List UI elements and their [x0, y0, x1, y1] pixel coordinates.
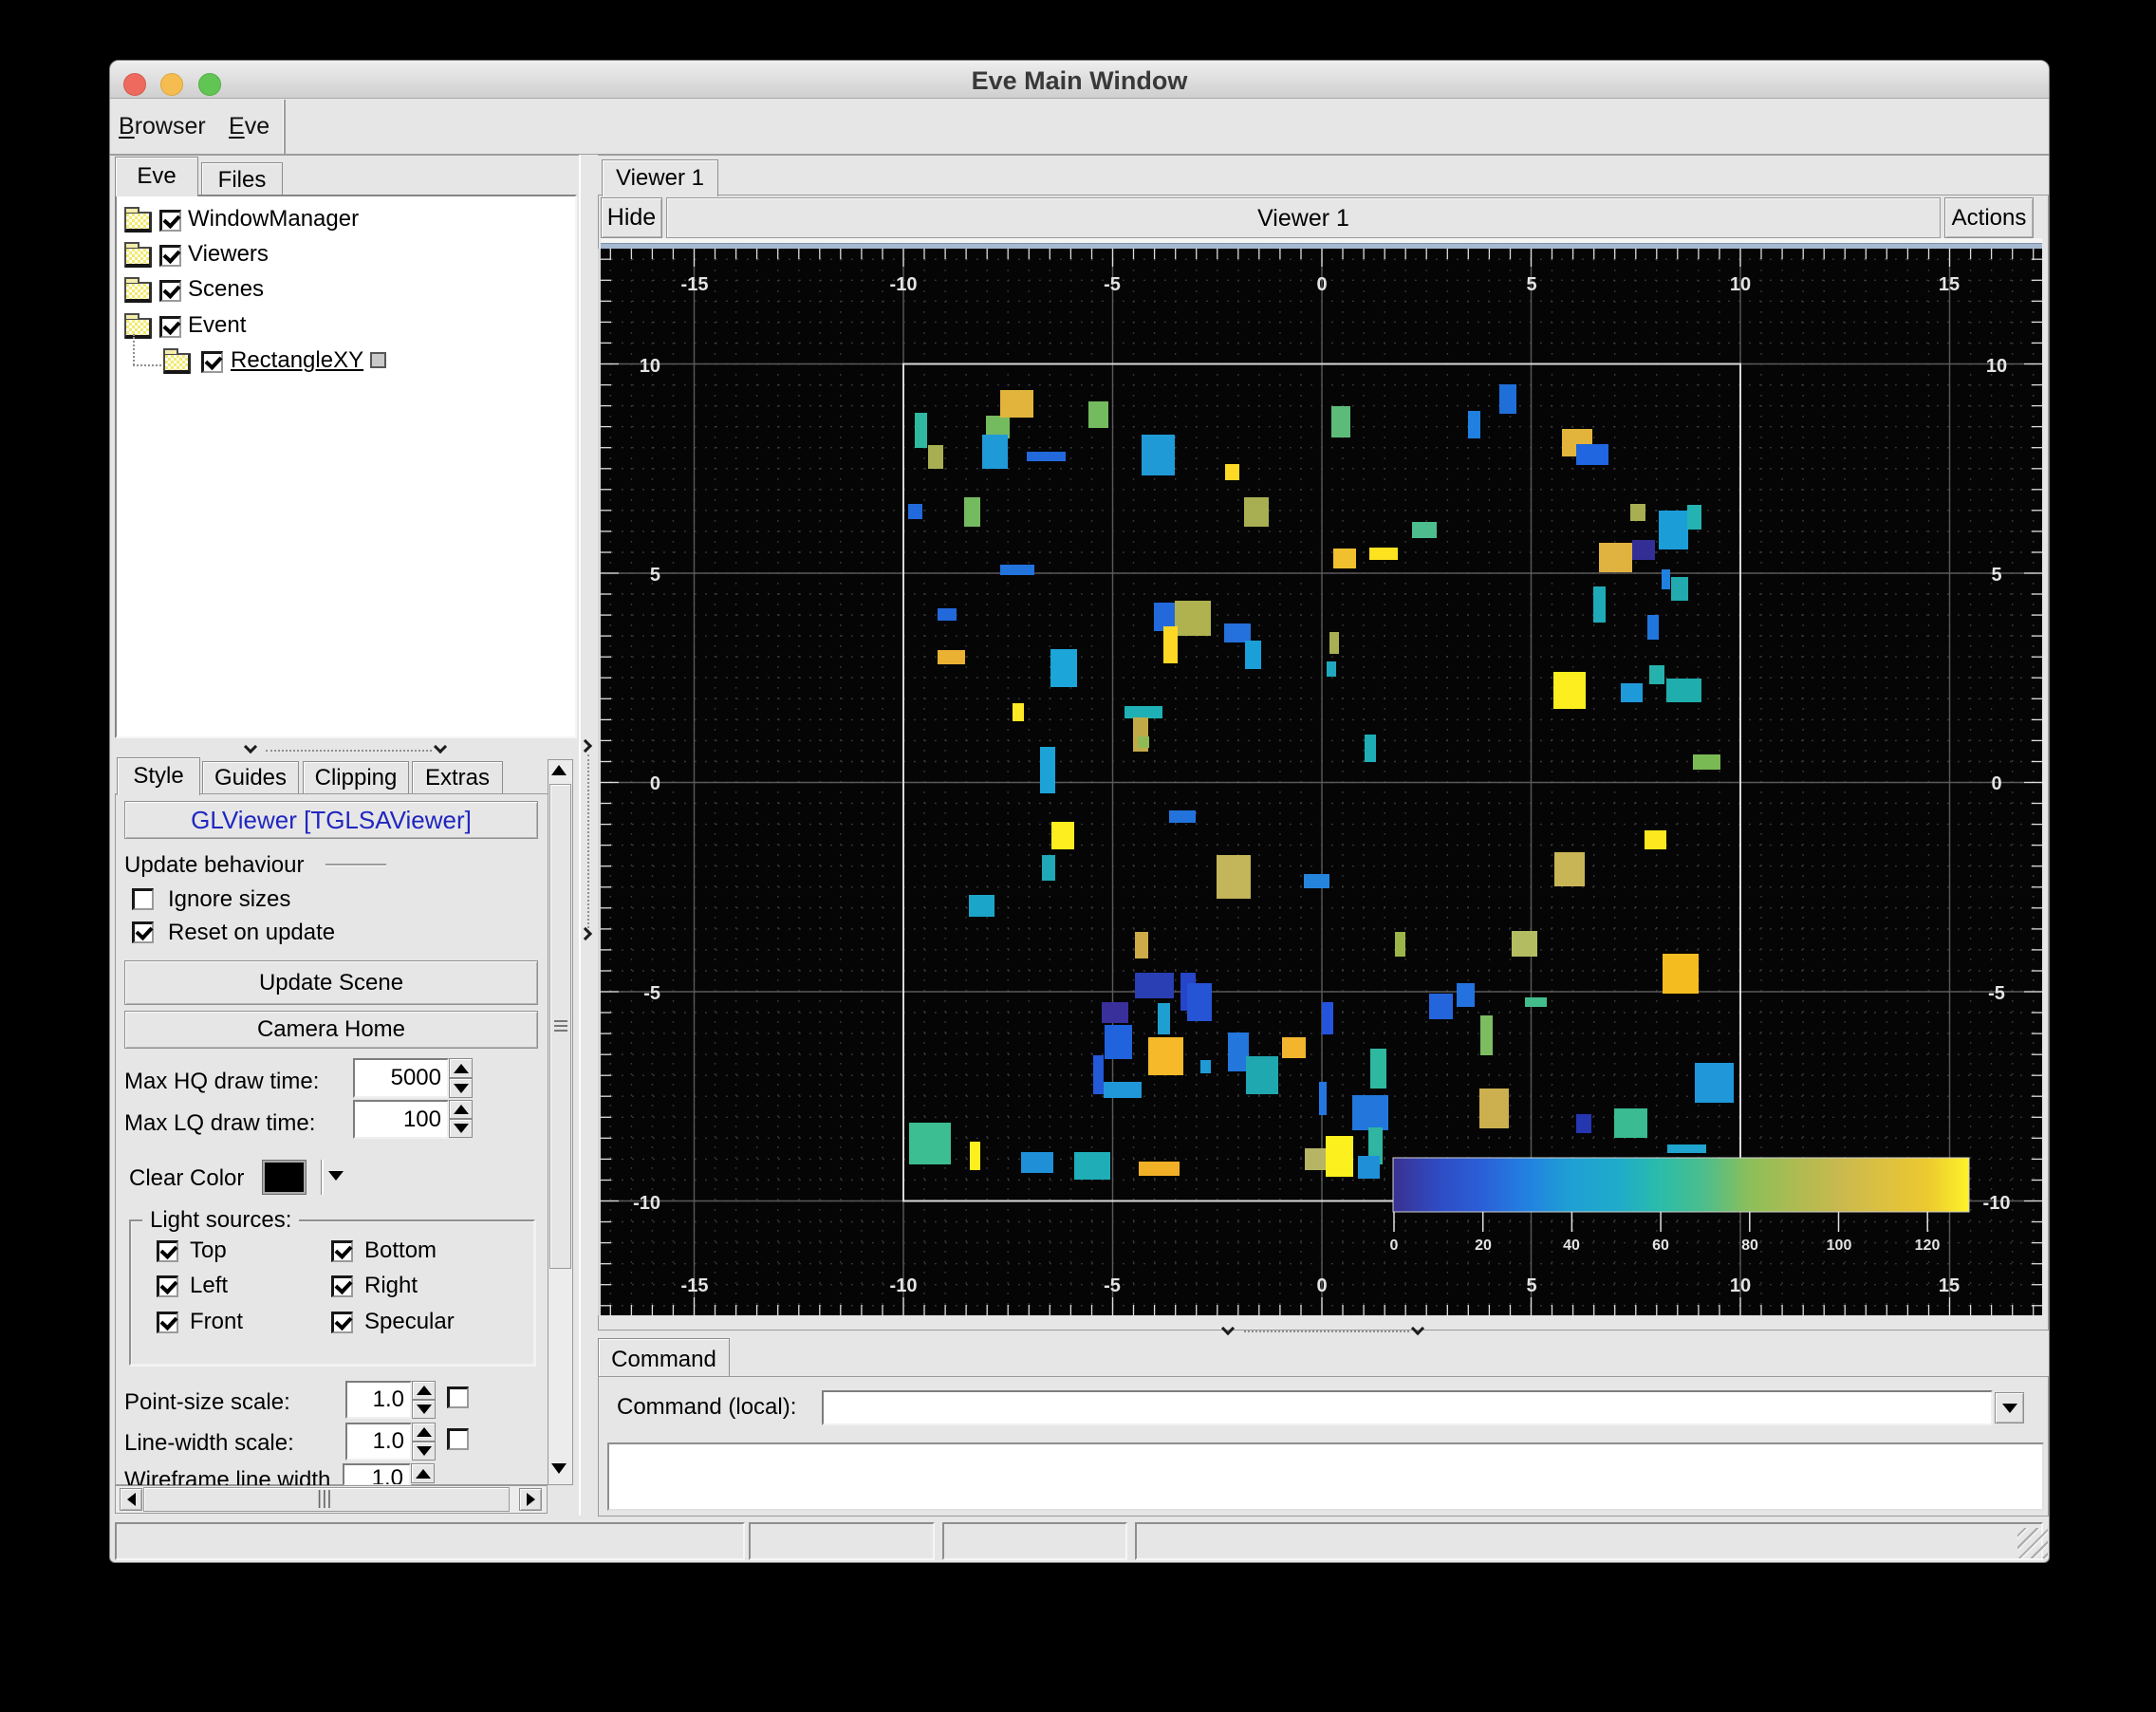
svg-text:15: 15 — [1939, 274, 1960, 295]
svg-text:-10: -10 — [890, 1275, 918, 1296]
svg-text:80: 80 — [1741, 1237, 1758, 1254]
svg-text:10: 10 — [1730, 274, 1751, 295]
svg-text:10: 10 — [1986, 356, 2007, 377]
svg-text:0: 0 — [1991, 773, 2001, 794]
svg-text:5: 5 — [650, 565, 660, 586]
svg-text:-5: -5 — [1988, 983, 2005, 1004]
svg-text:40: 40 — [1563, 1237, 1580, 1254]
svg-text:0: 0 — [650, 773, 660, 794]
svg-text:120: 120 — [1915, 1237, 1941, 1254]
svg-text:100: 100 — [1827, 1237, 1852, 1254]
svg-text:-10: -10 — [890, 274, 918, 295]
svg-text:0: 0 — [1316, 1275, 1327, 1296]
svg-text:0: 0 — [1316, 274, 1327, 295]
svg-text:-15: -15 — [681, 1275, 709, 1296]
svg-text:-10: -10 — [1983, 1193, 2011, 1214]
svg-text:-5: -5 — [1104, 1275, 1121, 1296]
svg-text:10: 10 — [640, 356, 660, 377]
svg-text:-15: -15 — [681, 274, 709, 295]
svg-text:0: 0 — [1390, 1237, 1399, 1254]
svg-text:-5: -5 — [1104, 274, 1121, 295]
svg-text:10: 10 — [1730, 1275, 1751, 1296]
svg-text:60: 60 — [1652, 1237, 1669, 1254]
svg-text:20: 20 — [1475, 1237, 1492, 1254]
svg-text:5: 5 — [1991, 565, 2001, 586]
svg-text:15: 15 — [1939, 1275, 1960, 1296]
svg-text:-10: -10 — [633, 1193, 660, 1214]
svg-text:5: 5 — [1526, 1275, 1536, 1296]
svg-text:-5: -5 — [643, 983, 660, 1004]
svg-text:5: 5 — [1526, 274, 1536, 295]
